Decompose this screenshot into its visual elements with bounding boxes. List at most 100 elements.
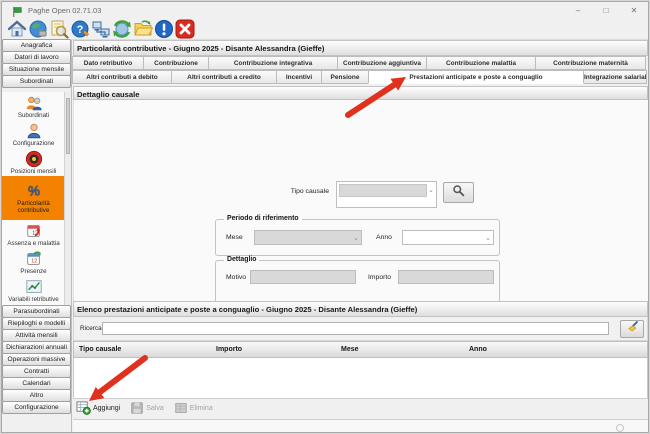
list-section-header: Elenco prestazioni anticipate e poste a …	[73, 301, 648, 317]
aggiungi-button[interactable]: Aggiungi	[76, 400, 120, 417]
tab-contribuzione-maternita[interactable]: Contribuzione maternità	[535, 56, 646, 70]
svg-text:12: 12	[31, 258, 37, 264]
sidebar-item-particolarita-contributive[interactable]: % Particolarità contributive	[2, 176, 65, 220]
column-mese[interactable]: Mese	[341, 346, 359, 353]
tab-row-2: Altri contributi a debito Altri contribu…	[73, 70, 648, 84]
salva-label: Salva	[146, 405, 164, 412]
mese-combobox: ⌄	[254, 230, 362, 245]
column-anno[interactable]: Anno	[469, 346, 487, 353]
tab-contribuzione-malattia[interactable]: Contribuzione malattia	[426, 56, 536, 70]
mese-label: Mese	[226, 234, 243, 241]
sidebar-item-label: Presenze	[20, 268, 46, 275]
search-row: Ricerca	[73, 317, 648, 341]
app-window: Paghe Open 02.71.03 – □ ✕ ?	[1, 1, 649, 433]
sidebar-item-posizioni-mensili[interactable]: Posizioni mensili	[2, 148, 65, 176]
page-title: Particolarità contributive - Giugno 2025…	[73, 40, 648, 56]
detail-form: Tipo causale ⌄ Periodo di riferimento Me…	[73, 100, 648, 301]
refresh-icon[interactable]	[112, 19, 132, 39]
maximize-button[interactable]: □	[592, 2, 620, 19]
tab-contribuzione-integrativa[interactable]: Contribuzione integrativa	[208, 56, 338, 70]
motivo-field	[250, 270, 356, 284]
anno-label: Anno	[376, 234, 392, 241]
network-icon[interactable]	[91, 19, 111, 39]
sidebar-item-assenza-e-malattia[interactable]: 12 Assenza e malattia	[2, 220, 65, 248]
tab-integrazione-salariale[interactable]: Integrazione salariale	[583, 70, 647, 84]
sidebar-item-label: Particolarità contributive	[2, 200, 65, 214]
search-icon[interactable]	[49, 19, 69, 39]
tab-incentivi[interactable]: Incentivi	[276, 70, 322, 84]
sidebar-item-configurazione[interactable]: Configurazione	[2, 401, 71, 414]
tab-contribuzione-aggiuntiva[interactable]: Contribuzione aggiuntiva	[337, 56, 427, 70]
salva-button: Salva	[130, 401, 164, 417]
aggiungi-label: Aggiungi	[93, 405, 120, 412]
scrollbar-thumb[interactable]	[66, 98, 70, 154]
sidebar-item-presenze[interactable]: 12 Presenze	[2, 248, 65, 276]
tab-contribuzione[interactable]: Contribuzione	[143, 56, 209, 70]
results-table-body[interactable]	[73, 358, 648, 398]
sidebar-item-subordinati[interactable]: Subordinati	[2, 92, 65, 120]
tab-altri-contributi-a-debito[interactable]: Altri contributi a debito	[72, 70, 172, 84]
sidebar-item-variabili-retributive[interactable]: Variabili retributive	[2, 276, 65, 304]
periodo-group-title: Periodo di riferimento	[224, 215, 302, 222]
tab-row-1: Dato retributivo Contribuzione Contribuz…	[73, 56, 648, 70]
folder-icon[interactable]	[133, 19, 153, 39]
percent-icon: %	[25, 182, 43, 200]
tab-altri-contributi-a-credito[interactable]: Altri contributi a credito	[171, 70, 277, 84]
sidebar-item-subordinati-group[interactable]: Subordinati	[2, 75, 71, 88]
add-row-icon	[76, 400, 91, 417]
chevron-down-icon[interactable]: ⌄	[485, 234, 491, 242]
sidebar-icon-panel: Subordinati Configurazione Posizioni men…	[2, 92, 71, 306]
minimize-button[interactable]: –	[564, 2, 592, 19]
tab-dato-retributivo[interactable]: Dato retributivo	[72, 56, 144, 70]
tipo-causale-value	[339, 184, 427, 197]
sidebar-item-label: Assenza e malattia	[7, 240, 59, 247]
sidebar-item-label: Configurazione	[13, 140, 55, 147]
help-icon[interactable]: ?	[70, 19, 90, 39]
elimina-label: Elimina	[190, 405, 213, 412]
chevron-down-icon[interactable]: ⌄	[428, 186, 434, 194]
detail-section-header: Dettaglio causale	[73, 86, 648, 100]
info-icon[interactable]	[154, 19, 174, 39]
sidebar-bottom-buttons: Parasubordinati Riepiloghi e modelli Att…	[2, 306, 71, 414]
delete-row-icon	[174, 401, 188, 417]
chart-icon	[25, 278, 43, 296]
broom-icon	[626, 320, 639, 338]
svg-text:?: ?	[77, 24, 84, 36]
motivo-label: Motivo	[226, 274, 246, 281]
exit-icon[interactable]	[175, 19, 195, 39]
calendar-presence-icon: 12	[25, 250, 43, 268]
clear-search-button[interactable]	[620, 320, 644, 338]
tipo-causale-search-button[interactable]	[443, 182, 474, 203]
sidebar-item-label: Subordinati	[18, 112, 49, 119]
tab-prestazioni-anticipate[interactable]: Prestazioni anticipate e poste a conguag…	[368, 70, 584, 84]
title-bar: Paghe Open 02.71.03 – □ ✕	[2, 2, 648, 19]
close-button[interactable]: ✕	[620, 2, 648, 19]
sidebar-scrollbar[interactable]	[64, 92, 71, 306]
sidebar-item-label: Posizioni mensili	[11, 168, 57, 175]
anno-combobox[interactable]: ⌄	[402, 230, 494, 245]
magnifier-icon	[452, 184, 465, 202]
importo-label: Importo	[368, 274, 391, 281]
user-icon	[25, 122, 43, 140]
search-input[interactable]	[102, 322, 609, 335]
status-bar	[73, 419, 648, 432]
globe-icon[interactable]	[28, 19, 48, 39]
elimina-button: Elimina	[174, 401, 213, 417]
search-label: Ricerca	[80, 325, 102, 332]
save-icon	[130, 401, 144, 417]
calendar-absence-icon: 12	[25, 222, 43, 240]
main-toolbar: ?	[2, 19, 648, 40]
sidebar-item-configurazione-sub[interactable]: Configurazione	[2, 120, 65, 148]
main-content: Particolarità contributive - Giugno 2025…	[73, 40, 648, 432]
tab-pensione[interactable]: Pensione	[321, 70, 369, 84]
sidebar-item-label: Variabili retributive	[8, 296, 58, 303]
status-indicator-icon	[616, 424, 624, 432]
sidebar: Anagrafica Datori di lavoro Situazione m…	[2, 40, 72, 432]
wheel-icon	[25, 150, 43, 168]
column-tipo-causale[interactable]: Tipo causale	[79, 346, 121, 353]
home-icon[interactable]	[7, 19, 27, 39]
results-table-header: Tipo causale Importo Mese Anno	[73, 341, 648, 358]
tipo-causale-combobox[interactable]: ⌄	[336, 181, 437, 208]
column-importo[interactable]: Importo	[216, 346, 242, 353]
window-title: Paghe Open 02.71.03	[28, 6, 101, 15]
